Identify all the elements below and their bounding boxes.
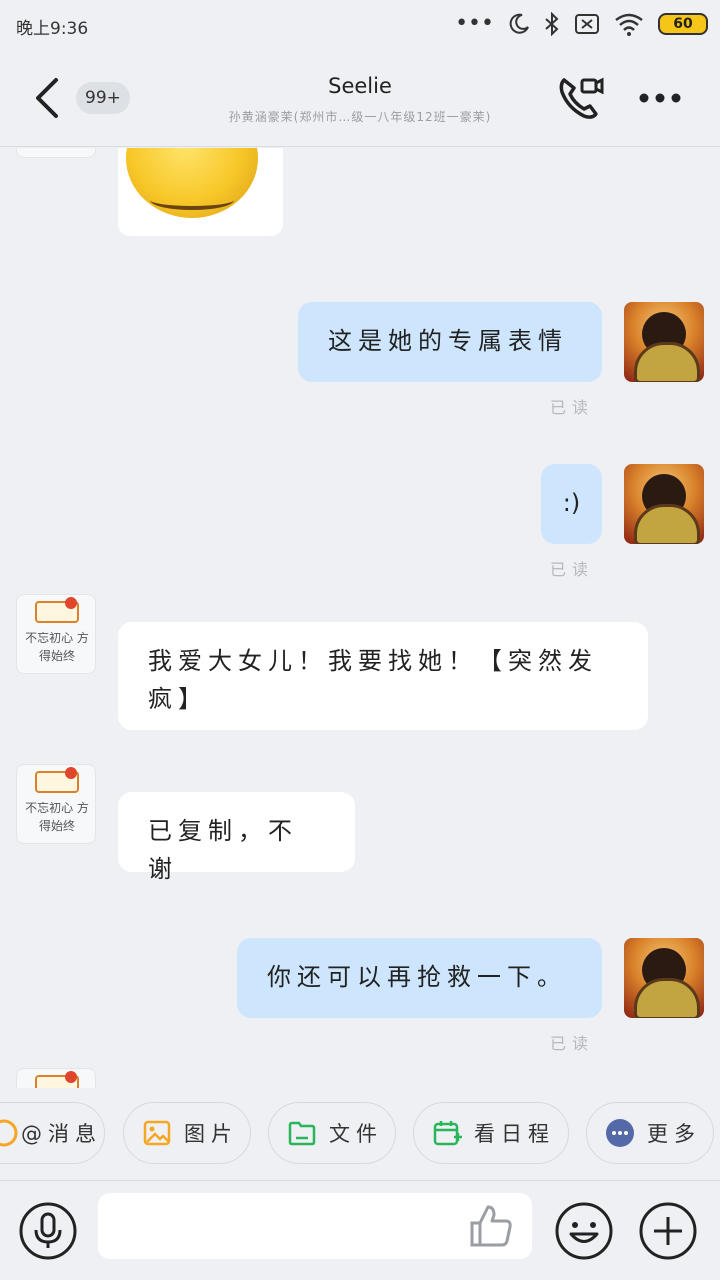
more-options-icon[interactable]: [636, 88, 684, 108]
avatar-self[interactable]: [624, 464, 704, 544]
avatar-other[interactable]: 不忘初心 方得始终: [16, 764, 96, 844]
read-receipt: 已读: [550, 560, 595, 579]
message-bubble-self[interactable]: :): [541, 464, 602, 544]
image-icon: [143, 1120, 171, 1146]
calendar-icon: [433, 1121, 462, 1146]
avatar-self[interactable]: [624, 302, 704, 382]
more-icon: [606, 1119, 634, 1147]
dots-icon: •••: [455, 11, 494, 36]
sim-off-icon: [575, 14, 599, 34]
avatar-caption: 不忘初心 方得始终: [25, 631, 89, 663]
video-call-icon[interactable]: [556, 74, 604, 122]
folder-icon: [288, 1121, 316, 1146]
chat-subtitle: 孙黄涵豪茉(郑州市…级一八年级12班一豪茉): [228, 110, 492, 124]
chip-image[interactable]: 图片: [123, 1102, 251, 1164]
quick-action-bar: @消息 图片 文件 看日程 更多: [0, 1088, 720, 1180]
chat-header: 99+ Seelie 孙黄涵豪茉(郑州市…级一八年级12班一豪茉): [0, 52, 720, 147]
plus-icon[interactable]: [638, 1201, 698, 1261]
thumbs-up-icon[interactable]: [466, 1201, 516, 1251]
message-text: :): [562, 489, 581, 517]
flower-icon: [65, 1071, 77, 1083]
chip-file[interactable]: 文件: [268, 1102, 396, 1164]
microphone-icon[interactable]: [18, 1201, 78, 1261]
message-text: 你还可以再抢救一下。: [267, 963, 567, 991]
sticker-message[interactable]: [118, 148, 283, 236]
message-bubble-other[interactable]: 我爱大女儿！我要找她！【突然发疯】: [118, 622, 648, 730]
status-bar: 晚上9:36 ••• 60: [0, 0, 720, 52]
battery-level: 60: [673, 16, 693, 32]
avatar-caption: 不忘初心 方得始终: [25, 801, 89, 833]
at-icon: [0, 1119, 18, 1147]
chip-label: 图片: [184, 1122, 238, 1146]
input-bar: [0, 1180, 720, 1280]
chip-label: 更多: [647, 1122, 701, 1146]
smile-face-sticker: [126, 148, 258, 218]
message-bubble-other[interactable]: 已复制，不谢: [118, 792, 355, 883]
bluetooth-icon: [545, 12, 559, 36]
chip-calendar[interactable]: 看日程: [413, 1102, 569, 1164]
message-bubble-self[interactable]: 你还可以再抢救一下。: [237, 938, 602, 1018]
avatar-other[interactable]: [16, 1068, 96, 1088]
avatar-other[interactable]: 不忘初心 方得始终: [16, 594, 96, 674]
read-receipt: 已读: [550, 1034, 595, 1053]
moon-icon: [509, 13, 529, 34]
wifi-icon: [615, 13, 643, 36]
chip-label: @消息: [21, 1122, 102, 1146]
avatar-self[interactable]: [624, 938, 704, 1018]
status-time: 晚上9:36: [16, 19, 89, 39]
chip-label: 看日程: [474, 1122, 555, 1146]
chip-more[interactable]: 更多: [586, 1102, 714, 1164]
message-text: 这是她的专属表情: [328, 327, 568, 355]
message-text: 已复制，不谢: [148, 817, 298, 883]
flower-icon: [65, 767, 77, 779]
message-list[interactable]: 这是她的专属表情 已读 :) 已读 不忘初心 方得始终 我爱大女儿！我要找她！【…: [0, 148, 720, 1088]
status-icons: ••• 60: [455, 12, 708, 36]
flower-icon: [65, 597, 77, 609]
message-bubble-self[interactable]: 这是她的专属表情: [298, 302, 602, 382]
battery-icon: 60: [658, 13, 708, 35]
read-receipt: 已读: [550, 398, 595, 417]
avatar[interactable]: [16, 148, 96, 158]
message-text: 我爱大女儿！我要找她！【突然发疯】: [148, 647, 598, 713]
chip-at-message[interactable]: @消息: [0, 1102, 105, 1164]
chip-label: 文件: [329, 1122, 383, 1146]
chat-title: Seelie: [328, 74, 392, 98]
emoji-icon[interactable]: [554, 1201, 614, 1261]
